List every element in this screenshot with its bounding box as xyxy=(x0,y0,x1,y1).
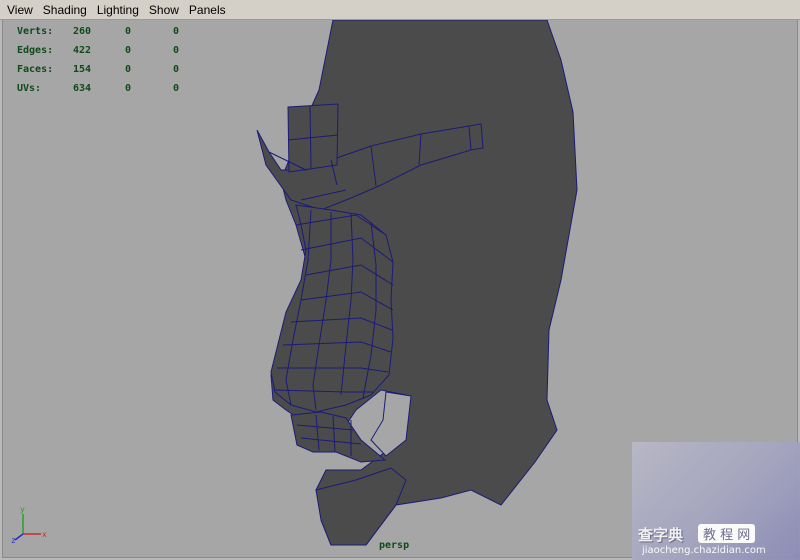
hud-value: 422 xyxy=(72,45,91,56)
menu-shading[interactable]: Shading xyxy=(38,0,92,20)
hud-label: Verts: xyxy=(17,26,54,37)
axis-gizmo-icon: y x z xyxy=(11,505,47,544)
hud-value: 0 xyxy=(173,83,180,94)
camera-name-label: persp xyxy=(379,540,410,551)
site-watermark: 查字典 教 程 网 jiaocheng.chazidian.com xyxy=(632,442,800,560)
hud-value: 0 xyxy=(173,26,180,37)
hud-row-faces: Faces: 154 0 0 xyxy=(17,60,203,79)
axis-y-label: y xyxy=(20,505,25,514)
hud-value: 0 xyxy=(125,26,132,37)
hud-value: 634 xyxy=(72,83,91,94)
nose xyxy=(270,204,394,413)
viewport-menubar: View Shading Lighting Show Panels xyxy=(0,0,800,20)
hud-value: 260 xyxy=(72,26,91,37)
hud-row-edges: Edges: 422 0 0 xyxy=(17,41,203,60)
watermark-brand: 查字典 xyxy=(638,526,684,544)
menu-lighting[interactable]: Lighting xyxy=(92,0,144,20)
hud-value: 0 xyxy=(125,45,132,56)
menu-panels[interactable]: Panels xyxy=(184,0,231,20)
axis-z-label: z xyxy=(11,536,16,544)
hud-row-verts: Verts: 260 0 0 xyxy=(17,22,203,41)
hud-value: 0 xyxy=(173,45,180,56)
hud-value: 0 xyxy=(173,64,180,75)
axis-x-label: x xyxy=(42,530,47,539)
menu-view[interactable]: View xyxy=(0,0,38,20)
hud-value: 0 xyxy=(125,64,132,75)
hud-label: Edges: xyxy=(17,45,54,56)
hud-row-uvs: UVs: 634 0 0 xyxy=(17,79,203,98)
lips xyxy=(290,411,387,463)
hud-label: Faces: xyxy=(17,64,54,75)
hud-value: 0 xyxy=(125,83,132,94)
watermark-tag: 教 程 网 xyxy=(698,524,756,543)
poly-count-hud: Verts: 260 0 0 Edges: 422 0 0 Faces: 154… xyxy=(17,22,203,98)
hud-label: UVs: xyxy=(17,83,42,94)
menu-show[interactable]: Show xyxy=(144,0,184,20)
hud-value: 154 xyxy=(72,64,91,75)
watermark-url: jiaocheng.chazidian.com xyxy=(642,545,766,556)
